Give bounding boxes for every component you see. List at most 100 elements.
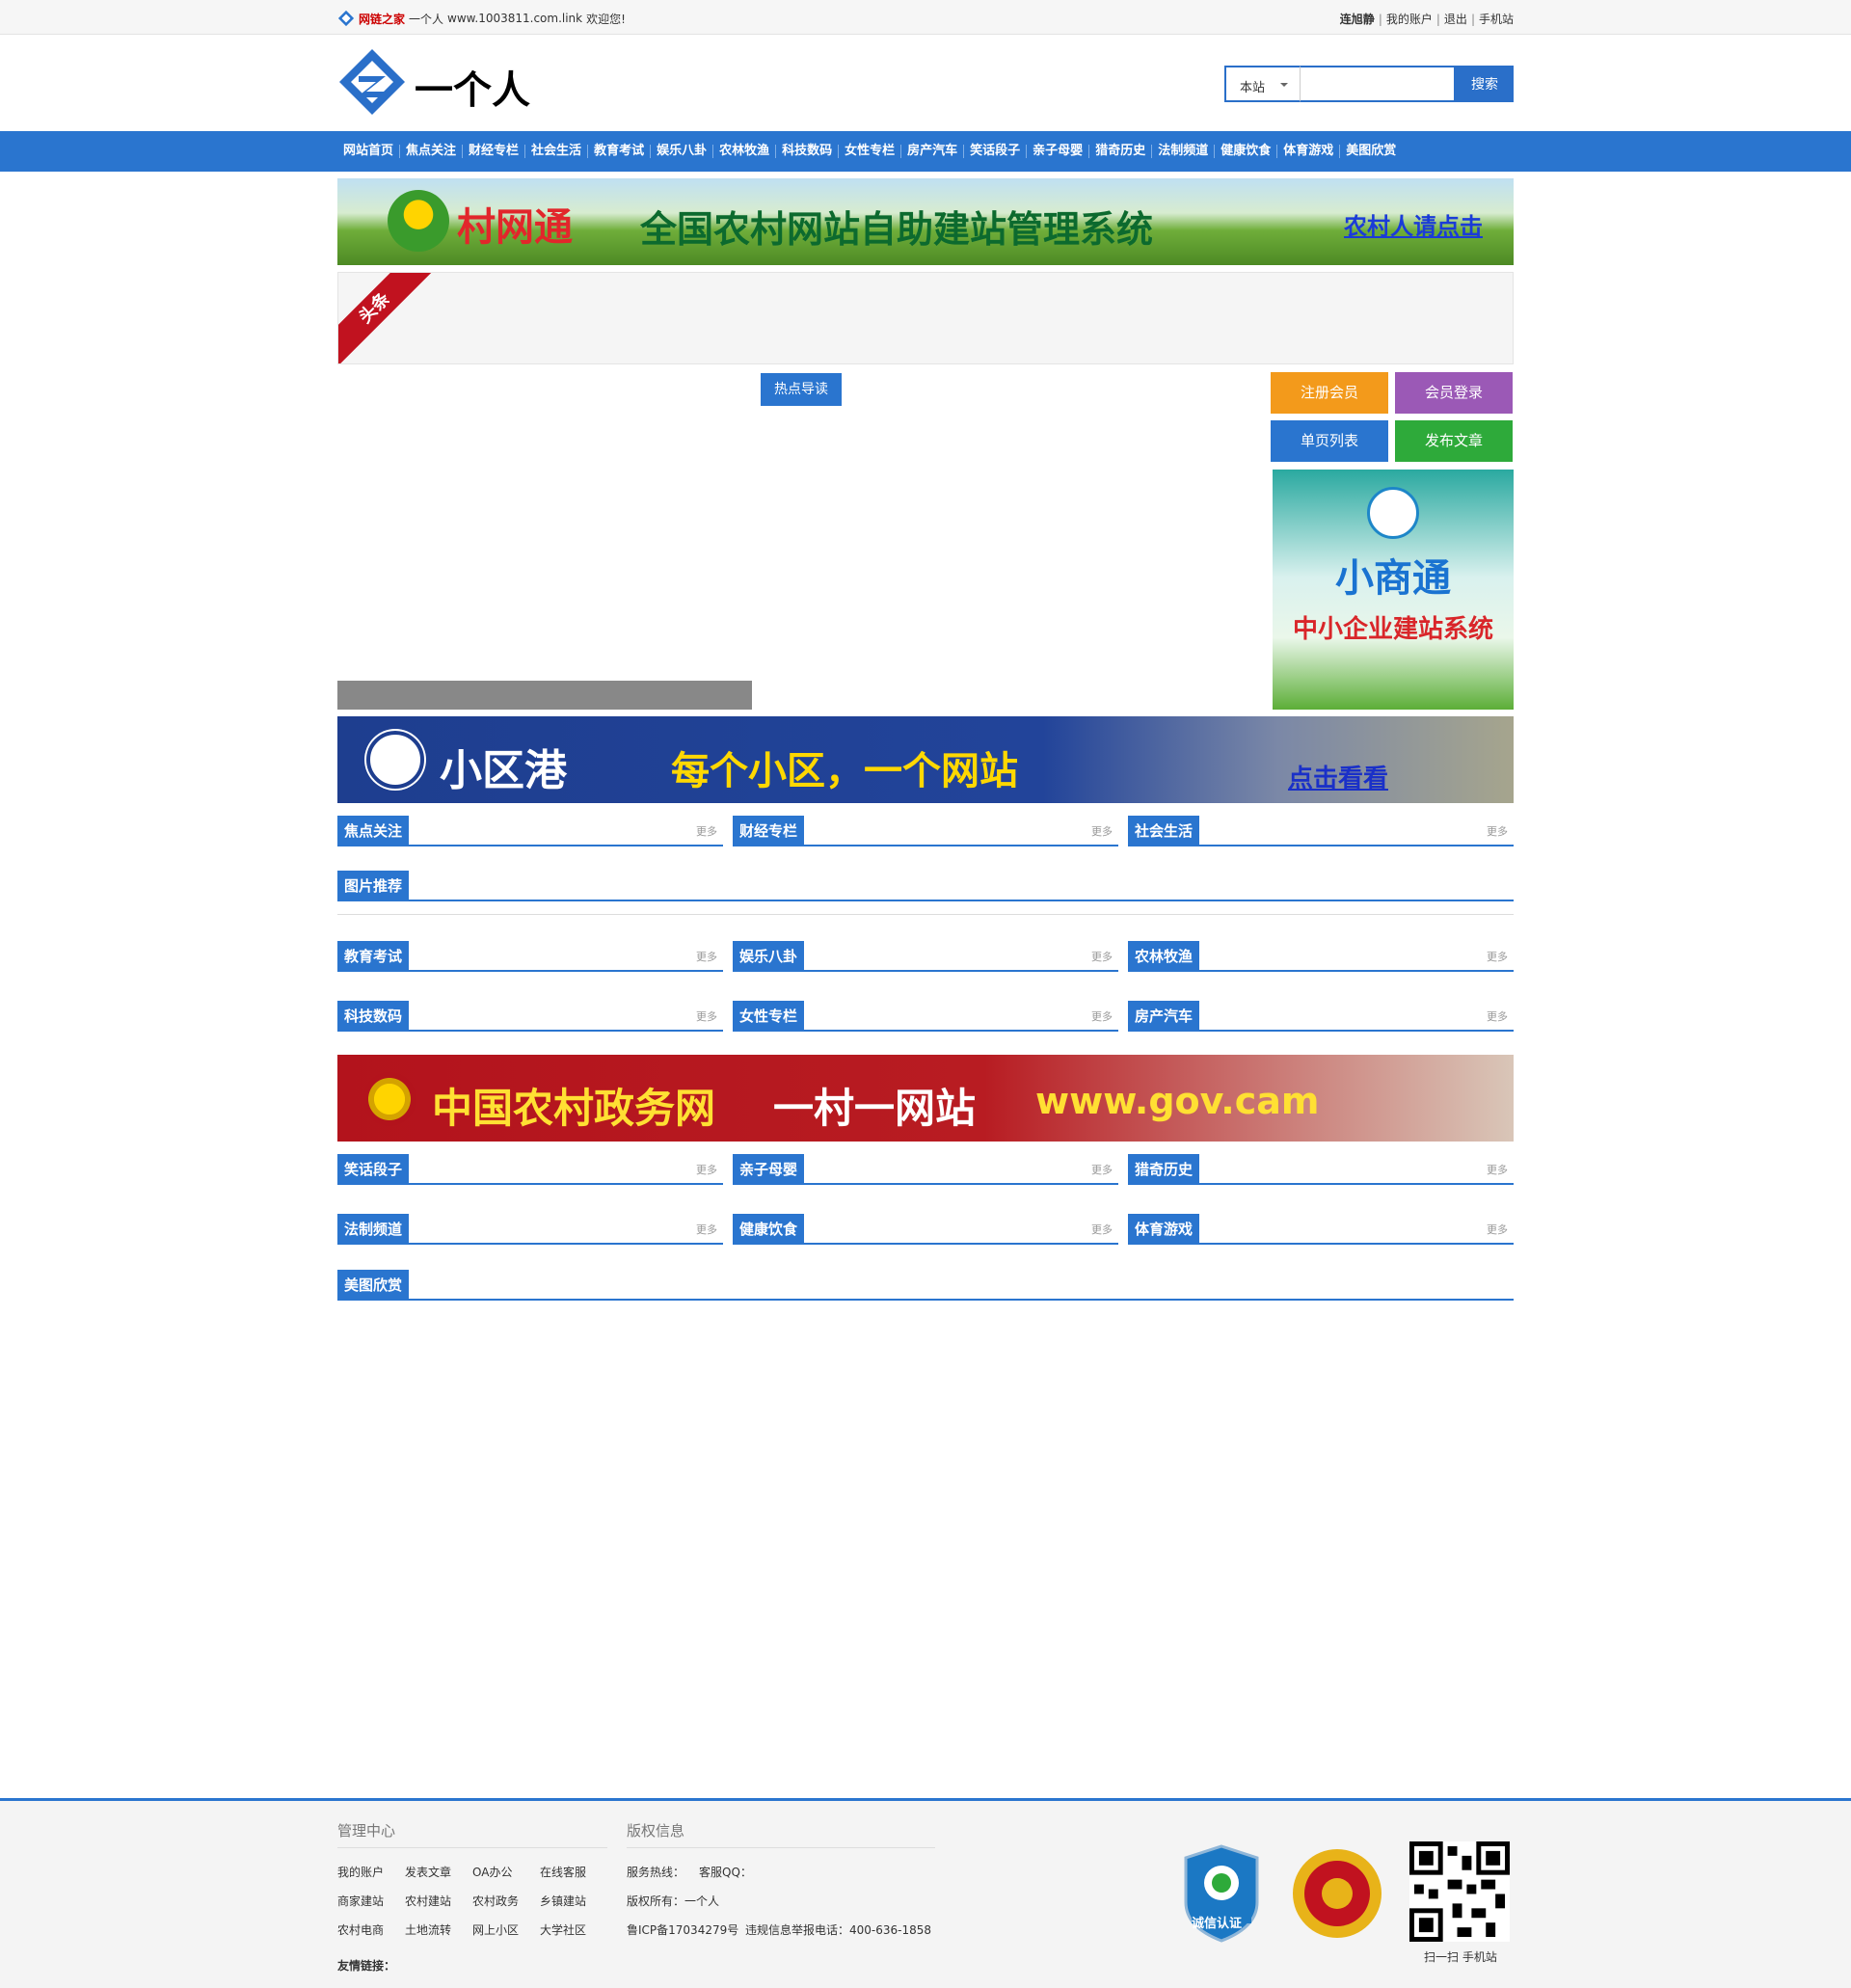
footer-link[interactable]: 发表文章 (405, 1864, 451, 1880)
section-law: 法制频道 更多 (337, 1214, 723, 1245)
section-title[interactable]: 科技数码 (337, 1001, 410, 1032)
banner-gov[interactable]: 中国农村政务网 一村一网站 www.gov.cam (337, 1055, 1514, 1142)
nav-item-entertainment[interactable]: 娱乐八卦 (650, 145, 712, 158)
more-link[interactable]: 更多 (696, 1162, 717, 1177)
more-link[interactable]: 更多 (1487, 823, 1508, 839)
search-scope-select[interactable]: 本站 (1224, 66, 1300, 102)
banner2-title: 小区港 (440, 746, 567, 795)
hot-reading-button[interactable]: 热点导读 (761, 373, 842, 406)
nav-item-house-car[interactable]: 房产汽车 (900, 145, 963, 158)
footer-friend-links: 友情链接： (337, 1959, 396, 1973)
section-title[interactable]: 社会生活 (1128, 816, 1200, 846)
footer-link[interactable]: 大学社区 (540, 1921, 586, 1938)
more-link[interactable]: 更多 (1091, 1162, 1113, 1177)
more-link[interactable]: 更多 (696, 823, 717, 839)
username[interactable]: 连旭静 (1340, 13, 1375, 26)
police-badge-icon[interactable] (1288, 1844, 1386, 1943)
section-title[interactable]: 财经专栏 (733, 816, 805, 846)
nav-item-society[interactable]: 社会生活 (524, 145, 587, 158)
page-list-button[interactable]: 单页列表 (1271, 420, 1388, 462)
footer-link[interactable]: 网上小区 (472, 1921, 519, 1938)
section-jokes: 笑话段子 更多 (337, 1154, 723, 1185)
search-input[interactable] (1300, 66, 1456, 102)
nav-item-sports[interactable]: 体育游戏 (1276, 145, 1339, 158)
nav-item-history[interactable]: 猎奇历史 (1088, 145, 1151, 158)
more-link[interactable]: 更多 (1487, 1222, 1508, 1237)
nav-item-health[interactable]: 健康饮食 (1214, 145, 1276, 158)
more-link[interactable]: 更多 (696, 949, 717, 964)
section-title[interactable]: 焦点关注 (337, 816, 410, 846)
nav-item-finance[interactable]: 财经专栏 (462, 145, 524, 158)
banner1-link[interactable]: 农村人请点击 (1344, 207, 1483, 241)
banner1-title: 村网通 (457, 205, 573, 250)
nav-item-pictures[interactable]: 美图欣赏 (1339, 145, 1402, 158)
nav-item-jokes[interactable]: 笑话段子 (963, 145, 1026, 158)
more-link[interactable]: 更多 (1091, 1222, 1113, 1237)
site-logo-icon[interactable] (337, 47, 407, 117)
nav-item-tech[interactable]: 科技数码 (775, 145, 838, 158)
nav-item-education[interactable]: 教育考试 (587, 145, 650, 158)
nav-item-law[interactable]: 法制频道 (1151, 145, 1214, 158)
section-title[interactable]: 法制频道 (337, 1214, 410, 1245)
banner2-link[interactable]: 点击看看 (1288, 759, 1388, 794)
section-title[interactable]: 教育考试 (337, 941, 410, 972)
search-box: 本站 搜索 (1224, 66, 1514, 102)
nav-item-focus[interactable]: 焦点关注 (399, 145, 462, 158)
more-link[interactable]: 更多 (1487, 1008, 1508, 1024)
footer-link[interactable]: 乡镇建站 (540, 1893, 586, 1909)
headline-ribbon: 头条 (338, 273, 441, 363)
footer-link[interactable]: 在线客服 (540, 1864, 586, 1880)
footer-link[interactable]: 商家建站 (337, 1893, 384, 1909)
more-link[interactable]: 更多 (1091, 1008, 1113, 1024)
mobile-site-link[interactable]: 手机站 (1479, 13, 1514, 26)
logout-link[interactable]: 退出 (1444, 13, 1467, 26)
login-button[interactable]: 会员登录 (1395, 372, 1513, 414)
my-account-link[interactable]: 我的账户 (1386, 13, 1433, 26)
footer-link[interactable]: 农村建站 (405, 1893, 451, 1909)
credit-badge-label: 诚信认证 (1192, 1917, 1243, 1931)
section-title[interactable]: 体育游戏 (1128, 1214, 1200, 1245)
section-focus: 焦点关注 更多 (337, 816, 723, 846)
post-article-button[interactable]: 发布文章 (1395, 420, 1513, 462)
section-title[interactable]: 房产汽车 (1128, 1001, 1200, 1032)
footer-hotline: 服务热线： (627, 1866, 685, 1879)
banner-xiaoqugang[interactable]: 小区港 每个小区，一个网站 点击看看 (337, 716, 1514, 803)
section-title[interactable]: 笑话段子 (337, 1154, 410, 1185)
more-link[interactable]: 更多 (1487, 949, 1508, 964)
search-button[interactable]: 搜索 (1456, 66, 1514, 102)
section-title[interactable]: 女性专栏 (733, 1001, 805, 1032)
nav-item-home[interactable]: 网站首页 (337, 145, 399, 158)
nav-item-agriculture[interactable]: 农林牧渔 (712, 145, 775, 158)
side-ad-subtitle: 中小企业建站系统 (1292, 615, 1493, 644)
more-link[interactable]: 更多 (1091, 949, 1113, 964)
footer-owner: 版权所有：一个人 (627, 1894, 720, 1908)
section-title[interactable]: 猎奇历史 (1128, 1154, 1200, 1185)
banner3-subtitle: 一村一网站 (773, 1085, 977, 1132)
nav-item-women[interactable]: 女性专栏 (838, 145, 900, 158)
footer-link[interactable]: 农村政务 (472, 1893, 519, 1909)
section-title[interactable]: 图片推荐 (337, 871, 410, 901)
side-ad-xiaoshangtong[interactable]: 小商通 中小企业建站系统 (1273, 470, 1514, 710)
footer-mgmt-title: 管理中心 (337, 1822, 396, 1840)
footer-copyright-title: 版权信息 (627, 1822, 685, 1840)
footer-icp-link[interactable]: 鲁ICP备17034279号 (627, 1921, 738, 1938)
banner3-title: 中国农村政务网 (432, 1085, 716, 1132)
more-link[interactable]: 更多 (696, 1222, 717, 1237)
user-links: 连旭静 | 我的账户 | 退出 | 手机站 (1339, 13, 1514, 26)
section-title[interactable]: 健康饮食 (733, 1214, 805, 1245)
more-link[interactable]: 更多 (696, 1008, 717, 1024)
banner-cunwangtong[interactable]: 村网通 全国农村网站自助建站管理系统 农村人请点击 (337, 178, 1514, 265)
register-button[interactable]: 注册会员 (1271, 372, 1388, 414)
more-link[interactable]: 更多 (1091, 823, 1113, 839)
footer-link[interactable]: 农村电商 (337, 1921, 384, 1938)
footer-link[interactable]: OA办公 (472, 1864, 512, 1880)
footer-link[interactable]: 土地流转 (405, 1921, 451, 1938)
section-title[interactable]: 美图欣赏 (337, 1270, 410, 1301)
more-link[interactable]: 更多 (1487, 1162, 1508, 1177)
section-title[interactable]: 亲子母婴 (733, 1154, 805, 1185)
section-title[interactable]: 农林牧渔 (1128, 941, 1200, 972)
section-title[interactable]: 娱乐八卦 (733, 941, 805, 972)
footer-link[interactable]: 我的账户 (337, 1864, 384, 1880)
nav-item-parenting[interactable]: 亲子母婴 (1026, 145, 1088, 158)
brand-link[interactable]: 网链之家 (359, 11, 405, 27)
